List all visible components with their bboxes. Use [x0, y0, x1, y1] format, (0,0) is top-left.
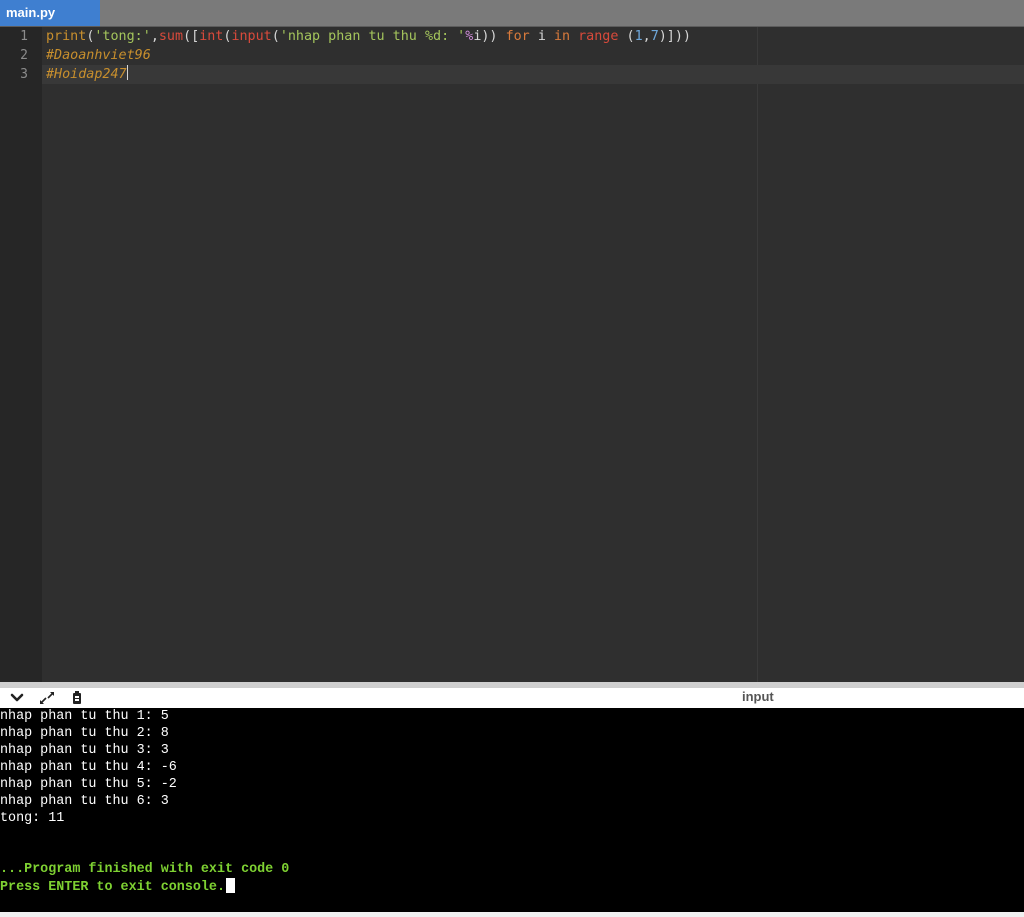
code-line-2[interactable]: 2 #Daoanhviet96: [0, 46, 1024, 65]
token-comma: ,: [642, 29, 651, 44]
token-in: in: [553, 29, 571, 44]
code-text[interactable]: print('tong:',sum([int(input('nhap phan …: [46, 27, 691, 46]
console-line: nhap phan tu thu 5: -2: [0, 777, 177, 792]
console-line: nhap phan tu thu 6: 3: [0, 794, 169, 809]
chevron-down-icon[interactable]: [8, 690, 26, 706]
token-string: 'nhap phan tu thu: [279, 29, 425, 44]
token-sum: sum: [158, 29, 184, 44]
line-number: 2: [20, 48, 28, 63]
token-print: print: [46, 29, 87, 44]
code-comment: #Hoidap247: [46, 67, 127, 82]
token-string: 'tong:': [94, 29, 151, 44]
console-line: tong: 11: [0, 811, 65, 826]
input-label: input: [742, 689, 774, 704]
exit-prompt-line: Press ENTER to exit console.: [0, 878, 235, 896]
token-for: for: [505, 29, 530, 44]
print-margin: [757, 27, 758, 682]
console-toolbar: input: [0, 688, 1024, 708]
token-int: int: [199, 29, 224, 44]
token-comma: ,: [150, 29, 159, 44]
token-paren: ([: [183, 29, 200, 44]
code-line-3[interactable]: 3 #Hoidap247: [0, 65, 1024, 84]
tab-bar: main.py: [0, 0, 1024, 27]
token-format: %d: [424, 29, 442, 44]
token-var: i: [537, 29, 546, 44]
tab-main-py[interactable]: main.py: [0, 0, 100, 26]
token-paren: (: [626, 29, 635, 44]
exit-code-message: ...Program finished with exit code 0: [0, 862, 290, 877]
text-cursor: [126, 65, 128, 80]
token-number: 7: [650, 29, 659, 44]
token-paren: (: [271, 29, 280, 44]
expand-arrows-icon[interactable]: [38, 690, 56, 706]
code-comment[interactable]: #Daoanhviet96: [46, 46, 151, 65]
token-range: range: [578, 29, 619, 44]
code-line-1[interactable]: 1 print('tong:',sum([int(input('nhap pha…: [0, 27, 1024, 46]
exit-prompt-text: Press ENTER to exit console.: [0, 880, 225, 895]
console-line: nhap phan tu thu 2: 8: [0, 726, 169, 741]
token-input: input: [231, 29, 272, 44]
console-line: nhap phan tu thu 4: -6: [0, 760, 177, 775]
token-number: 1: [634, 29, 643, 44]
code-text[interactable]: #Hoidap247: [46, 65, 128, 84]
line-number-gutter: [0, 27, 42, 682]
token-string: : ': [441, 29, 466, 44]
code-editor[interactable]: 1 print('tong:',sum([int(input('nhap pha…: [0, 27, 1024, 682]
console-cursor: [226, 878, 235, 893]
bottom-strip: [0, 912, 1024, 917]
token-paren: )])): [658, 29, 691, 44]
console-line: nhap phan tu thu 3: 3: [0, 743, 169, 758]
console-line: nhap phan tu thu 1: 5: [0, 709, 169, 724]
token-paren: )): [481, 29, 498, 44]
clear-console-icon[interactable]: [68, 690, 86, 706]
line-number: 3: [20, 67, 28, 82]
console-output[interactable]: nhap phan tu thu 1: 5 nhap phan tu thu 2…: [0, 708, 1024, 912]
line-number: 1: [20, 29, 28, 44]
